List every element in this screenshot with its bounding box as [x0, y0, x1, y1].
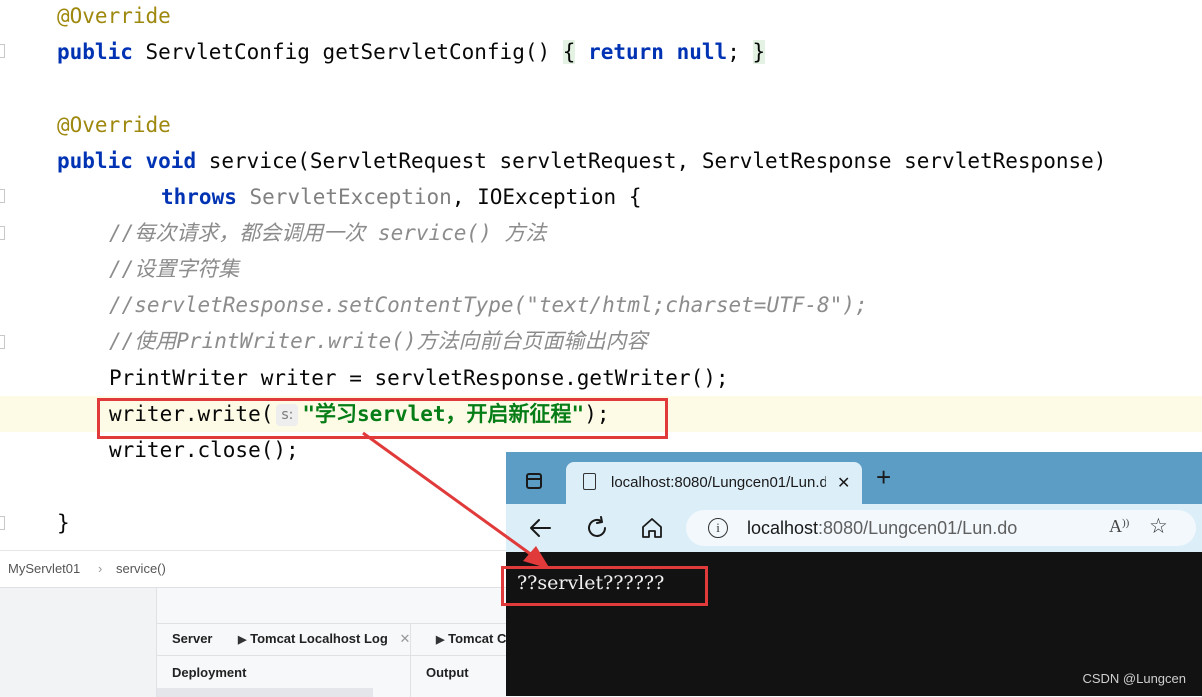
annotation-arrow	[362, 431, 550, 569]
